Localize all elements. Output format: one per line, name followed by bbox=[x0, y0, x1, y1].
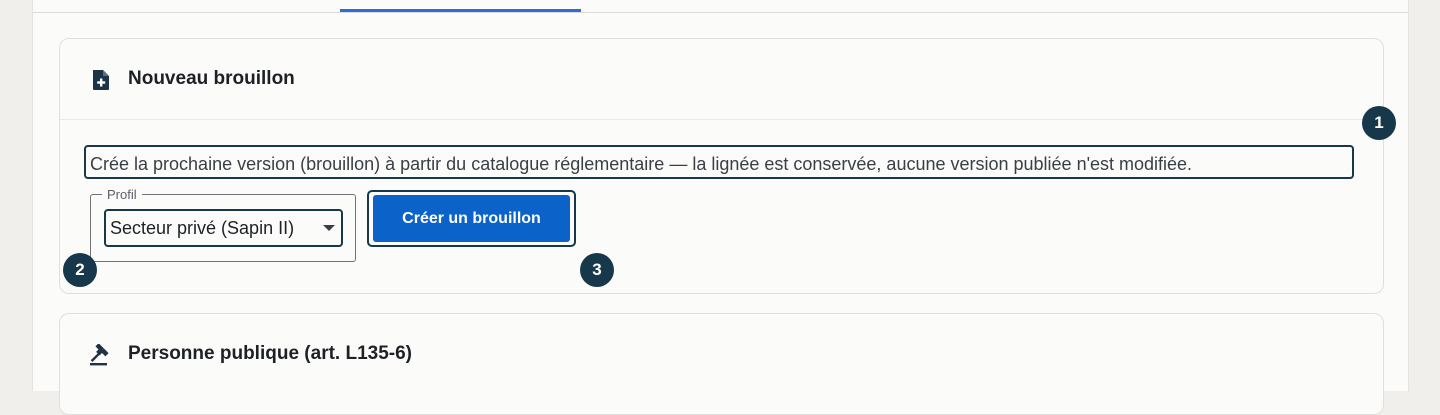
step-marker-2: 2 bbox=[63, 253, 97, 287]
file-plus-icon bbox=[93, 70, 109, 90]
new-draft-card: Nouveau brouillon Crée la prochaine vers… bbox=[59, 38, 1384, 294]
chevron-down-icon bbox=[323, 225, 335, 231]
active-tab-indicator bbox=[340, 9, 581, 12]
step-marker-3: 3 bbox=[580, 253, 614, 287]
public-entity-card-header: Personne publique (art. L135-6) bbox=[60, 314, 1383, 394]
profile-label: Profil bbox=[102, 187, 142, 202]
tab-bar bbox=[33, 0, 1408, 13]
profile-select[interactable]: Secteur privé (Sapin II) bbox=[104, 209, 343, 247]
main-content: Nouveau brouillon Crée la prochaine vers… bbox=[32, 0, 1409, 415]
public-entity-title: Personne publique (art. L135-6) bbox=[128, 343, 412, 364]
create-draft-button[interactable]: Créer un brouillon bbox=[373, 195, 570, 242]
step-marker-1: 1 bbox=[1362, 106, 1396, 140]
new-draft-card-header: Nouveau brouillon bbox=[60, 39, 1383, 120]
gavel-icon bbox=[90, 344, 109, 366]
profile-select-value: Secteur privé (Sapin II) bbox=[110, 218, 295, 238]
public-entity-card: Personne publique (art. L135-6) bbox=[59, 313, 1384, 415]
draft-description: Crée la prochaine version (brouillon) à … bbox=[84, 145, 1354, 179]
new-draft-title: Nouveau brouillon bbox=[128, 68, 295, 89]
